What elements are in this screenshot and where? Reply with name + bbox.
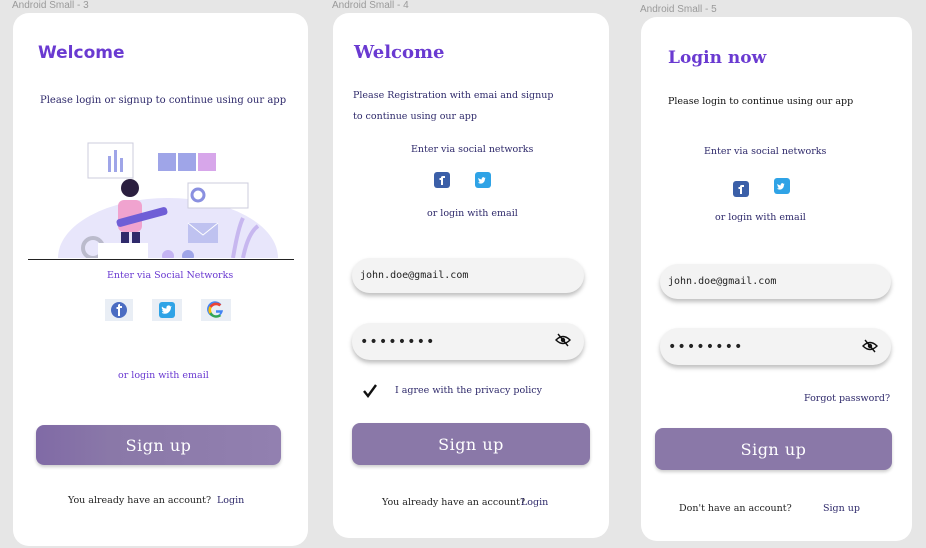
or-login-email[interactable]: or login with email (118, 370, 209, 381)
signup-link[interactable]: Sign up (823, 503, 860, 514)
no-account-text: Don't have an account? (679, 503, 792, 514)
page-title: Welcome (354, 42, 445, 63)
page-title: Welcome (38, 43, 125, 63)
have-account-text: You already have an account? (68, 495, 212, 506)
checkmark-icon[interactable] (362, 383, 378, 399)
page-subtitle: Please login to continue using our app (668, 96, 854, 107)
subtitle-part-2: signup to continue using our app (118, 95, 287, 106)
screen-welcome-login: Welcome Please login or signup to contin… (13, 13, 308, 546)
email-field[interactable]: john.doe@gmail.com (352, 258, 584, 293)
or-login-email[interactable]: or login with email (427, 208, 518, 219)
login-link[interactable]: Login (217, 495, 244, 506)
forgot-password-link[interactable]: Forgot password? (804, 393, 890, 404)
twitter-button[interactable] (475, 172, 491, 188)
subtitle-line-1: Please Registration with emai and signup (353, 90, 554, 101)
social-label: Enter via social networks (704, 146, 827, 157)
facebook-icon (439, 176, 445, 185)
twitter-icon (478, 177, 486, 184)
screen-welcome-register: Welcome Please Registration with emai an… (333, 13, 609, 538)
twitter-button[interactable] (774, 178, 790, 194)
google-icon (207, 301, 223, 318)
frame-label-2: Android Small - 4 (332, 0, 409, 11)
signup-button[interactable]: Sign up (352, 423, 590, 465)
social-label: Enter via social networks (411, 144, 534, 155)
have-account-text: You already have an account? (382, 497, 526, 508)
google-button[interactable] (201, 299, 231, 321)
frame-label-3: Android Small - 5 (640, 4, 717, 15)
divider (28, 259, 294, 260)
or-login-email[interactable]: or login with email (715, 212, 806, 223)
twitter-icon (777, 183, 785, 190)
page-title: Login now (668, 48, 767, 68)
login-link[interactable]: Login (521, 497, 548, 508)
page-subtitle: Please login or signup to continue using… (40, 95, 286, 106)
password-field[interactable]: •••••••• (660, 328, 891, 365)
illustration (58, 142, 278, 258)
password-value: •••••••• (360, 333, 436, 350)
eye-slash-icon[interactable] (862, 339, 878, 353)
signup-button[interactable]: Sign up (36, 425, 281, 465)
email-field[interactable]: john.doe@gmail.com (660, 264, 891, 299)
screen-login-now: Login now Please login to continue using… (641, 17, 912, 541)
password-value: •••••••• (668, 338, 744, 355)
subtitle-part-1: Please login or (40, 95, 119, 106)
subtitle-line-2: to continue using our app (353, 111, 477, 122)
frame-label-1: Android Small - 3 (12, 0, 89, 11)
facebook-button[interactable] (105, 299, 133, 321)
facebook-button[interactable] (434, 172, 450, 188)
password-field[interactable]: •••••••• (352, 323, 584, 360)
agree-privacy-text: I agree with the privacy policy (395, 385, 542, 396)
signup-button[interactable]: Sign up (655, 428, 892, 470)
twitter-button[interactable] (152, 299, 182, 321)
twitter-icon (159, 302, 175, 318)
facebook-button[interactable] (733, 181, 749, 197)
facebook-icon (738, 185, 744, 194)
facebook-icon (111, 302, 127, 318)
social-label: Enter via Social Networks (107, 270, 234, 281)
eye-slash-icon[interactable] (555, 333, 571, 347)
